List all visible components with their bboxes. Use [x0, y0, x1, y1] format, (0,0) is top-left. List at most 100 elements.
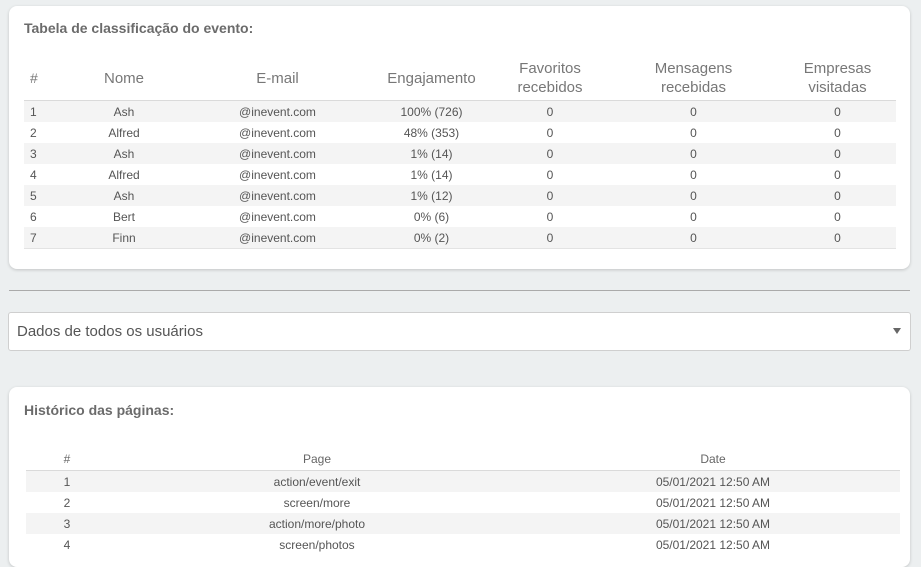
cell-messages: 0	[690, 167, 697, 182]
table-row[interactable]: 5 Ash @inevent.com 1% (12) 0 0 0	[24, 185, 896, 206]
table-row[interactable]: 1 Ash @inevent.com 100% (726) 0 0 0	[24, 100, 896, 122]
header-engagement[interactable]: Engajamento	[371, 56, 492, 101]
table-row[interactable]: 4 Alfred @inevent.com 1% (14) 0 0 0	[24, 164, 896, 185]
header-page[interactable]: Page	[108, 447, 526, 471]
header-favorites[interactable]: Favoritos recebidos	[492, 56, 608, 101]
cell-companies: 0	[779, 143, 896, 164]
cell-companies: 0	[834, 125, 841, 140]
section-divider	[9, 290, 910, 291]
header-companies-line1: Empresas	[803, 60, 872, 77]
table-row[interactable]: 7 Finn @inevent.com 0% (2) 0 0 0	[24, 227, 896, 249]
caret-down-icon	[893, 328, 901, 334]
cell-companies: 0	[779, 185, 896, 206]
history-title: Histórico das páginas:	[24, 402, 175, 418]
header-num[interactable]: #	[26, 447, 108, 471]
cell-companies: 0	[779, 100, 896, 122]
cell-num: 2	[30, 125, 37, 140]
header-date[interactable]: Date	[526, 447, 900, 471]
header-num[interactable]: #	[24, 56, 64, 101]
cell-messages: 0	[608, 100, 779, 122]
cell-num: 4	[30, 167, 37, 182]
cell-engagement: 100% (726)	[371, 100, 492, 122]
cell-favorites: 0	[546, 125, 554, 140]
history-header-row: # Page Date	[26, 447, 900, 471]
cell-page: action/more/photo	[108, 513, 526, 534]
history-table: # Page Date 1 action/event/exit 05/01/20…	[26, 447, 900, 555]
cell-companies: 0	[834, 167, 841, 182]
cell-num: 7	[24, 227, 64, 249]
cell-page: screen/more	[283, 495, 351, 510]
cell-email: @inevent.com	[184, 185, 371, 206]
cell-email: @inevent.com	[184, 143, 371, 164]
cell-messages: 0	[608, 227, 779, 249]
cell-name: Alfred	[108, 167, 140, 182]
cell-messages: 0	[608, 185, 779, 206]
cell-num: 5	[24, 185, 64, 206]
header-favorites-line2: recebidos	[517, 79, 583, 96]
table-row[interactable]: 2 Alfred @inevent.com 48% (353) 0 0 0	[24, 122, 896, 143]
cell-num: 1	[24, 100, 64, 122]
cell-favorites: 0	[492, 185, 608, 206]
cell-num: 6	[30, 209, 37, 224]
cell-name: Finn	[64, 227, 184, 249]
ranking-header-row: # Nome E-mail Engajamento Favoritos receb…	[24, 56, 896, 101]
cell-engagement: 0% (2)	[371, 227, 492, 249]
cell-engagement: 0% (6)	[413, 209, 450, 224]
cell-email: @inevent.com	[239, 167, 316, 182]
header-companies[interactable]: Empresas visitadas	[779, 56, 896, 101]
header-favorites-line1: Favoritos	[519, 60, 581, 77]
cell-messages: 0	[608, 143, 779, 164]
cell-email: @inevent.com	[184, 227, 371, 249]
history-card: Histórico das páginas: # Page Date 1 act…	[9, 387, 910, 567]
cell-date: 05/01/2021 12:50 AM	[655, 495, 771, 510]
cell-messages: 0	[690, 125, 697, 140]
table-row[interactable]: 4 screen/photos 05/01/2021 12:50 AM	[26, 534, 900, 555]
user-filter-selected-value: Dados de todos os usuários	[17, 323, 203, 340]
header-companies-line2: visitadas	[808, 79, 867, 96]
header-messages-line1: Mensagens	[654, 60, 733, 77]
cell-page: screen/photos	[279, 537, 355, 552]
header-messages[interactable]: Mensagens recebidas	[608, 56, 779, 101]
cell-name: Ash	[64, 143, 184, 164]
cell-name: Ash	[64, 185, 184, 206]
cell-name: Ash	[64, 100, 184, 122]
cell-favorites: 0	[492, 143, 608, 164]
cell-favorites: 0	[492, 227, 608, 249]
ranking-table: # Nome E-mail Engajamento Favoritos receb…	[24, 56, 896, 249]
header-email[interactable]: E-mail	[184, 56, 371, 101]
cell-engagement: 1% (12)	[371, 185, 492, 206]
table-row[interactable]: 3 action/more/photo 05/01/2021 12:50 AM	[26, 513, 900, 534]
cell-companies: 0	[779, 227, 896, 249]
table-row[interactable]: 2 screen/more 05/01/2021 12:50 AM	[26, 492, 900, 513]
cell-email: @inevent.com	[239, 209, 316, 224]
cell-name: Alfred	[108, 125, 140, 140]
cell-name: Bert	[112, 209, 135, 224]
header-name[interactable]: Nome	[64, 56, 184, 101]
cell-date: 05/01/2021 12:50 AM	[655, 537, 771, 552]
cell-engagement: 48% (353)	[403, 125, 460, 140]
cell-num: 2	[63, 495, 71, 510]
cell-favorites: 0	[492, 100, 608, 122]
header-messages-line2: recebidas	[660, 79, 727, 96]
ranking-card: Tabela de classificação do evento: # Nom…	[9, 6, 910, 269]
table-row[interactable]: 6 Bert @inevent.com 0% (6) 0 0 0	[24, 206, 896, 227]
cell-messages: 0	[690, 209, 697, 224]
cell-num: 3	[24, 143, 64, 164]
ranking-title: Tabela de classificação do evento:	[24, 20, 254, 36]
cell-favorites: 0	[546, 209, 554, 224]
cell-email: @inevent.com	[184, 100, 371, 122]
cell-date: 05/01/2021 12:50 AM	[526, 513, 900, 534]
user-filter-select[interactable]: Dados de todos os usuários	[8, 312, 911, 351]
table-row[interactable]: 3 Ash @inevent.com 1% (14) 0 0 0	[24, 143, 896, 164]
cell-num: 3	[26, 513, 108, 534]
cell-num: 4	[63, 537, 71, 552]
cell-num: 1	[26, 470, 108, 492]
cell-favorites: 0	[546, 167, 554, 182]
cell-engagement: 1% (14)	[371, 143, 492, 164]
cell-page: action/event/exit	[108, 470, 526, 492]
cell-engagement: 1% (14)	[410, 167, 453, 182]
cell-companies: 0	[834, 209, 841, 224]
cell-date: 05/01/2021 12:50 AM	[526, 470, 900, 492]
table-row[interactable]: 1 action/event/exit 05/01/2021 12:50 AM	[26, 470, 900, 492]
cell-email: @inevent.com	[239, 125, 316, 140]
